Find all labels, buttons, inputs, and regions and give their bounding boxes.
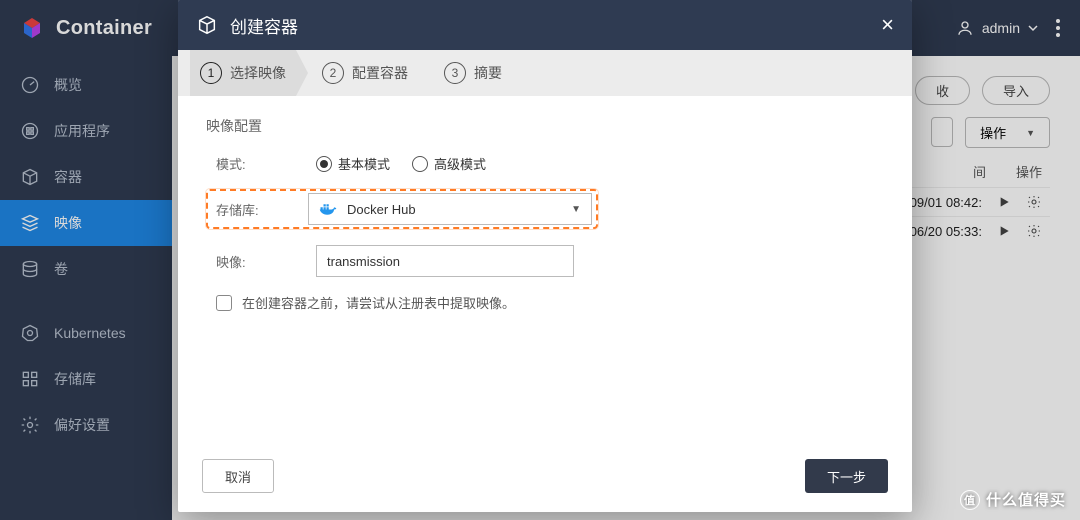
close-icon[interactable]: × <box>881 14 894 36</box>
create-container-modal: 创建容器 × 1 选择映像 2 配置容器 3 摘要 映像配置 模式: 基本模式 <box>178 0 912 512</box>
mode-row: 模式: 基本模式 高级模式 <box>216 154 884 173</box>
cancel-button[interactable]: 取消 <box>202 459 274 493</box>
pull-before-create-row: 在创建容器之前，请尝试从注册表中提取映像。 <box>216 293 884 312</box>
step-number: 2 <box>322 62 344 84</box>
radio-label: 高级模式 <box>434 154 486 173</box>
modal-body: 映像配置 模式: 基本模式 高级模式 存储库: <box>178 96 912 450</box>
modal-header: 创建容器 × <box>178 0 912 50</box>
repo-row: 存储库: Docker Hub ▼ <box>206 189 884 229</box>
watermark-badge-icon: 值 <box>960 490 980 510</box>
step-configure[interactable]: 2 配置容器 <box>312 50 418 96</box>
radio-icon <box>316 156 332 172</box>
pull-checkbox[interactable] <box>216 295 232 311</box>
repo-highlight: 存储库: Docker Hub ▼ <box>206 189 598 229</box>
radio-icon <box>412 156 428 172</box>
wizard-steps: 1 选择映像 2 配置容器 3 摘要 <box>178 50 912 96</box>
docker-icon <box>319 202 337 216</box>
image-input[interactable] <box>316 245 574 277</box>
radio-label: 基本模式 <box>338 154 390 173</box>
step-label: 配置容器 <box>352 63 408 83</box>
watermark-text: 什么值得买 <box>986 489 1066 510</box>
mode-label: 模式: <box>216 154 316 173</box>
cube-icon <box>196 14 218 36</box>
step-number: 3 <box>444 62 466 84</box>
step-summary[interactable]: 3 摘要 <box>434 50 512 96</box>
repo-value: Docker Hub <box>347 202 416 217</box>
modal-footer: 取消 下一步 <box>178 450 912 512</box>
image-row: 映像: <box>216 245 884 277</box>
section-title: 映像配置 <box>206 116 884 136</box>
image-label: 映像: <box>216 252 316 271</box>
mode-basic-radio[interactable]: 基本模式 <box>316 154 390 173</box>
modal-title: 创建容器 <box>230 13 298 38</box>
repo-label: 存储库: <box>208 200 308 219</box>
step-select-image[interactable]: 1 选择映像 <box>190 50 296 96</box>
watermark: 值 什么值得买 <box>960 489 1066 510</box>
pull-hint-label: 在创建容器之前，请尝试从注册表中提取映像。 <box>242 293 515 312</box>
step-number: 1 <box>200 62 222 84</box>
step-label: 摘要 <box>474 63 502 83</box>
next-button[interactable]: 下一步 <box>805 459 888 493</box>
step-label: 选择映像 <box>230 63 286 83</box>
chevron-down-icon: ▼ <box>571 204 581 215</box>
repo-select[interactable]: Docker Hub ▼ <box>308 193 592 225</box>
mode-advanced-radio[interactable]: 高级模式 <box>412 154 486 173</box>
